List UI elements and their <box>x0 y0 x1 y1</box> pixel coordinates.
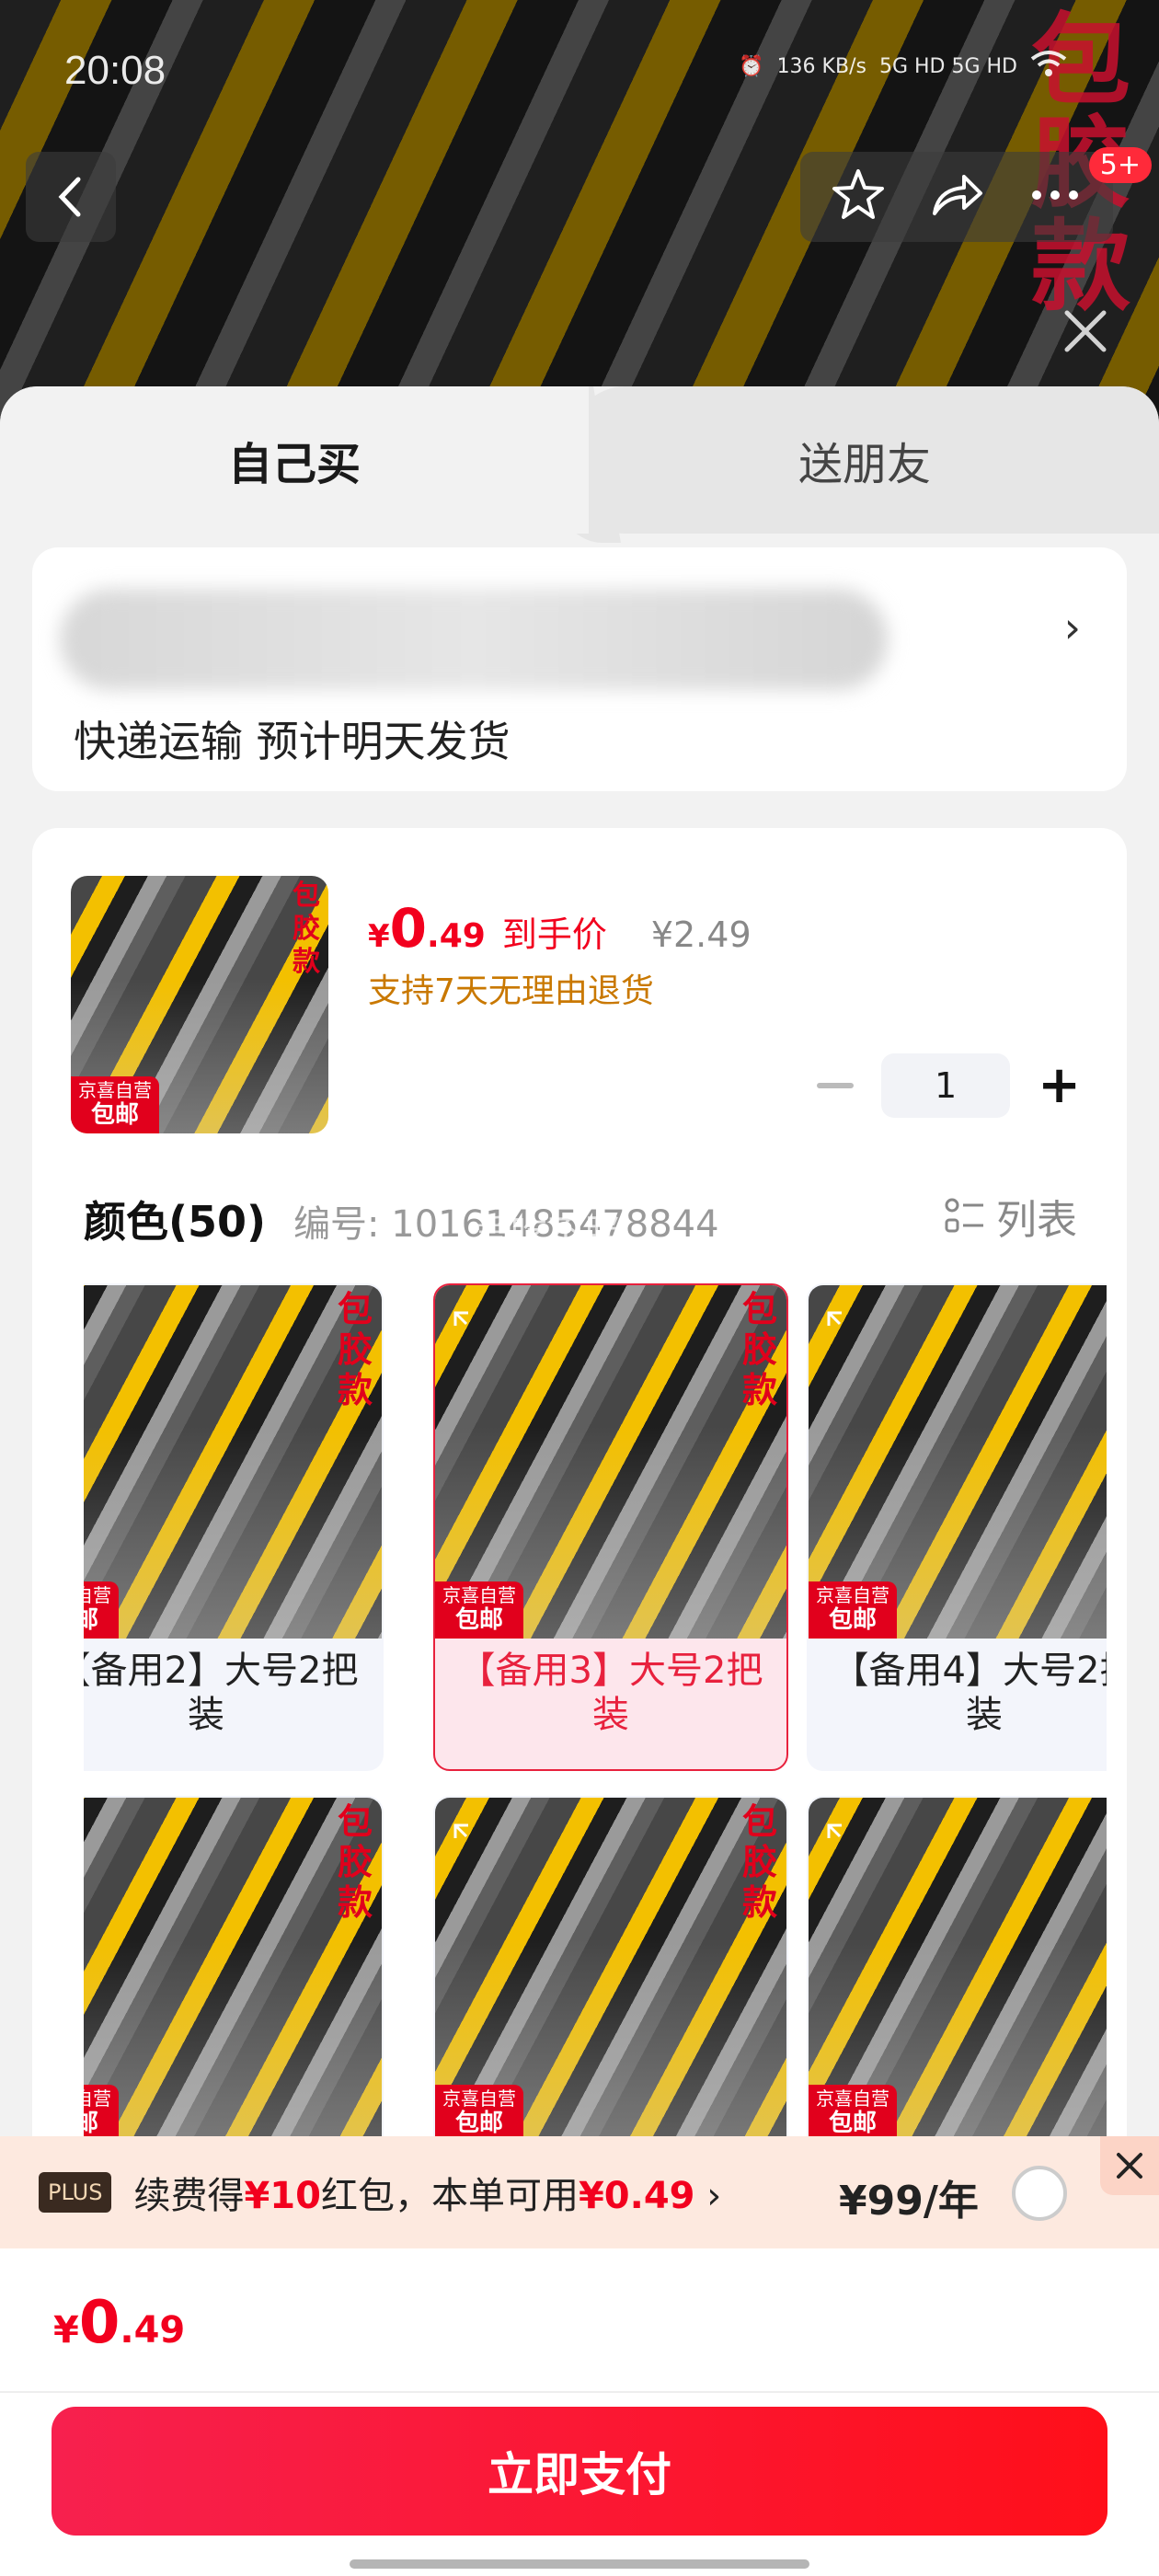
option-image: 包胶款 京喜自营包邮 <box>84 1285 382 1639</box>
option-image: 包胶款 京喜自营包邮 <box>84 1798 382 2148</box>
close-icon <box>1117 2153 1142 2179</box>
option-name: 【备用2】大号2把装 <box>84 1650 359 1736</box>
chevron-left-icon <box>58 177 81 217</box>
price-label: 到手价 <box>501 914 607 955</box>
favorite-star-icon[interactable] <box>829 166 888 228</box>
total-price: ¥0.49 <box>53 2289 186 2357</box>
checkout-footer: ¥0.49 立即支付 <box>0 2248 1159 2576</box>
blurred-address <box>60 589 888 690</box>
option-tag: 京喜自营包邮 <box>435 2085 523 2142</box>
alarm-icon: ⏰ <box>739 54 764 78</box>
expand-icon[interactable] <box>825 1822 866 1862</box>
status-indicators: ⏰ 136 KB/s 5G HD 5G HD <box>739 50 1067 83</box>
option-image: 包胶款 京喜自营包邮 <box>435 1285 786 1639</box>
top-actions <box>800 152 1113 242</box>
list-label: 列表 <box>996 1197 1077 1244</box>
price-row: ¥0.49 到手价 ¥2.49 <box>368 897 752 960</box>
spec-title: 颜色(50) <box>84 1197 267 1247</box>
share-icon[interactable] <box>927 166 986 228</box>
spec-option[interactable]: 包胶款 京喜自营包邮 【备用2】大号2把装 <box>84 1283 384 1771</box>
close-sheet-icon[interactable] <box>1058 304 1113 359</box>
back-button[interactable] <box>26 152 116 242</box>
home-indicator[interactable] <box>350 2559 809 2569</box>
tab-buy-self-label: 自己买 <box>227 439 361 490</box>
quantity-stepper: 1 + <box>817 1053 1081 1118</box>
option-image: 京喜自营 包邮 <box>809 1798 1107 2148</box>
close-promo-button[interactable] <box>1100 2136 1159 2195</box>
thumb-tag-top: 京喜自营 <box>78 1079 152 1101</box>
tab-buy-self[interactable]: 自己买 <box>0 386 589 534</box>
option-tag: 京喜自营包邮 <box>435 1581 523 1639</box>
decrease-button[interactable] <box>817 1083 855 1088</box>
option-tag: 京喜自营包邮 <box>809 2085 897 2142</box>
cart-count-badge: 5+ <box>1088 147 1152 183</box>
address-card[interactable]: › 快递运输 预计明天发货 <box>32 547 1127 791</box>
option-tag: 京喜自营包邮 <box>84 1581 119 1639</box>
current-price: ¥0.49 <box>368 897 486 960</box>
status-bar: 20:08 ⏰ 136 KB/s 5G HD 5G HD <box>0 37 1159 101</box>
option-name: 【备用4】大号2把装 <box>832 1650 1107 1736</box>
plus-badge: PLUS <box>39 2172 112 2213</box>
product-thumbnail[interactable]: 包胶款 京喜自营 包邮 <box>71 876 328 1133</box>
list-view-toggle[interactable]: 列表 <box>945 1187 1077 1246</box>
net-speed: 136 KB/s <box>776 54 866 78</box>
original-price: ¥2.49 <box>650 914 752 955</box>
status-time: 20:08 <box>64 48 166 93</box>
expand-icon[interactable] <box>825 1309 866 1350</box>
return-policy: 支持7天无理由退货 <box>368 972 654 1010</box>
shipping-note: 快递运输 预计明天发货 <box>74 717 511 766</box>
expand-icon[interactable] <box>452 1822 492 1862</box>
plus-radio[interactable] <box>1012 2166 1067 2221</box>
spec-option[interactable]: 京喜自营 包邮 【备用4】大号2把装 <box>807 1283 1107 1771</box>
thumb-tag: 京喜自营 包邮 <box>71 1076 159 1133</box>
option-tag: 京喜自营包邮 <box>809 1581 897 1639</box>
plus-promo-bar[interactable]: PLUS 续费得¥10红包，本单可用¥0.49 › ¥99/年 <box>0 2136 1159 2248</box>
option-badge: 包胶款 <box>741 1288 777 1410</box>
more-icon[interactable] <box>1026 166 1084 228</box>
plus-fee: ¥99/年 <box>839 2178 979 2225</box>
chevron-right-icon: › <box>694 2175 722 2217</box>
plus-text: 续费得¥10红包，本单可用¥0.49 › <box>133 2175 722 2217</box>
divider <box>0 2391 1159 2393</box>
option-image: 京喜自营 包邮 <box>809 1285 1107 1639</box>
option-badge: 包胶款 <box>337 1800 373 1923</box>
spec-option-selected[interactable]: 包胶款 京喜自营 包邮 【备用3】大号2把装 <box>433 1283 788 1771</box>
spec-option[interactable]: 包胶款 京喜自营包邮 <box>84 1796 384 2148</box>
expand-icon[interactable] <box>452 1309 492 1350</box>
pay-now-button[interactable]: 立即支付 <box>52 2407 1107 2536</box>
chevron-right-icon: › <box>1063 603 1081 652</box>
spec-option[interactable]: 包胶款 京喜自营包邮 <box>433 1796 788 2148</box>
watermark: 爱吃不胖 <box>474 1213 621 1255</box>
increase-button[interactable]: + <box>1038 1060 1081 1111</box>
wifi-icon <box>1030 50 1067 83</box>
list-icon <box>945 1198 983 1233</box>
option-badge: 包胶款 <box>337 1288 373 1410</box>
tab-send-friend-label: 送朋友 <box>798 439 931 490</box>
spec-options-grid: 包胶款 京喜自营包邮 【备用2】大号2把装 包胶款 京喜自营包邮 【备用3】大号… <box>84 1283 1107 2148</box>
thumb-tag-bottom: 包邮 <box>90 1101 139 1129</box>
option-name: 【备用3】大号2把装 <box>458 1650 763 1736</box>
thumb-badge: 包胶款 <box>293 880 320 978</box>
tab-send-friend[interactable]: 送朋友 <box>570 386 1159 534</box>
signal-text: 5G HD 5G HD <box>878 54 1017 78</box>
option-tag: 京喜自营包邮 <box>84 2085 119 2142</box>
spec-option[interactable]: 京喜自营 包邮 <box>807 1796 1107 2148</box>
option-badge: 包胶款 <box>741 1800 777 1923</box>
option-image: 包胶款 京喜自营包邮 <box>435 1798 786 2148</box>
quantity-value[interactable]: 1 <box>881 1053 1011 1118</box>
